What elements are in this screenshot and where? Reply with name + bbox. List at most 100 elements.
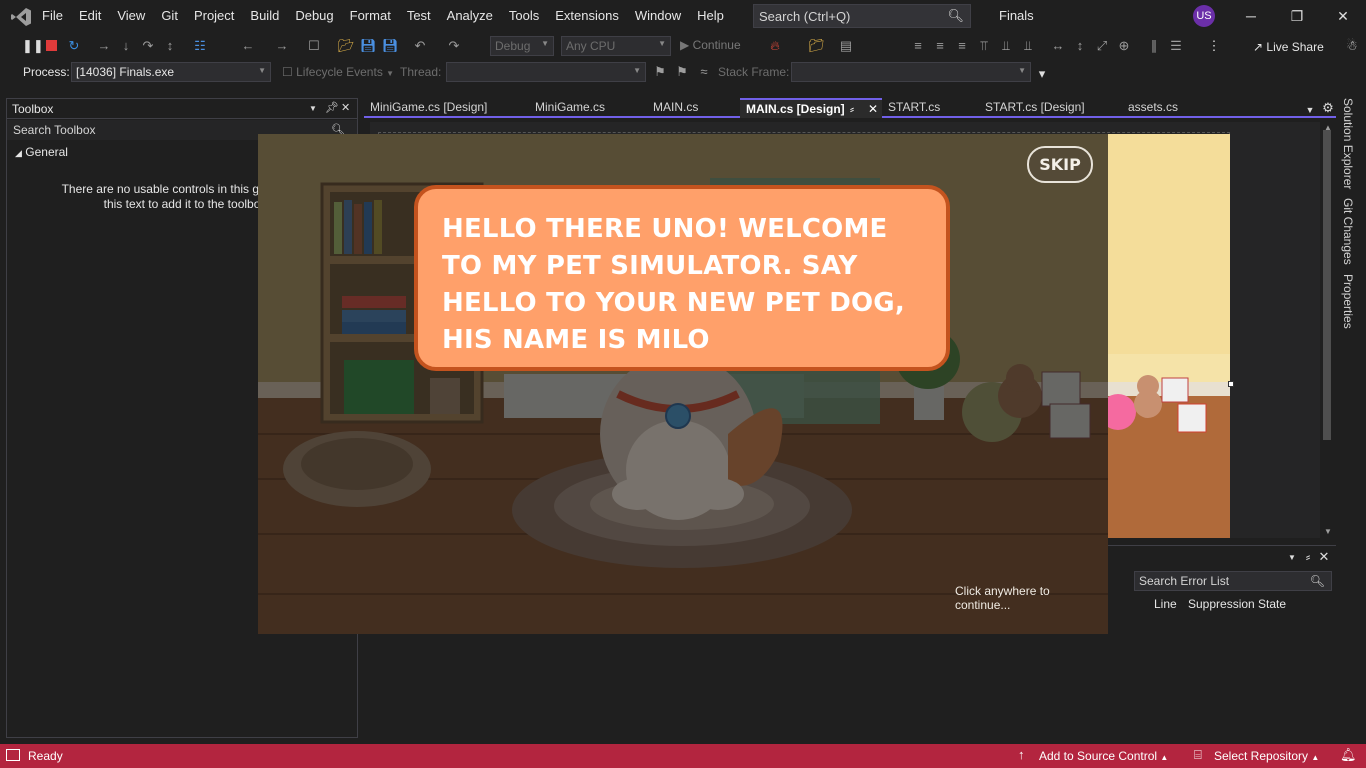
search-input[interactable]: Search (Ctrl+Q) 🔍︎ [753,4,971,28]
stack-frame-select[interactable]: ▼ [791,62,1031,82]
menu-debug[interactable]: Debug [287,0,341,32]
live-share-button[interactable]: ↗ Live Share [1253,40,1324,54]
designer-vertical-scrollbar[interactable] [1320,120,1334,538]
chevron-down-icon[interactable]: ▼ [309,104,317,113]
new-item-icon[interactable]: ☐ [306,38,322,54]
align-top-icon[interactable]: ⫪ [976,38,992,54]
tab-start-cs[interactable]: START.cs [882,98,946,118]
diagnostic-icon[interactable]: ☷ [192,38,208,54]
thread-select[interactable]: ▼ [446,62,646,82]
menu-tools[interactable]: Tools [501,0,547,32]
add-to-source-control-button[interactable]: Add to Source Control ▲ [1039,749,1168,763]
toolbox-group-general[interactable]: ◢ General [15,145,68,159]
platform-select[interactable]: Any CPU ▼ [561,36,671,56]
minimize-icon[interactable]: ─ [1241,6,1261,26]
pin-icon[interactable]: ⸗ [1300,549,1316,565]
tab-list-chevron-icon[interactable]: ▼ [1302,102,1318,118]
configuration-select[interactable]: Debug ▼ [490,36,554,56]
tab-main-design[interactable]: MAIN.cs [Design] ⸗ ✕ [740,98,882,118]
tab-properties[interactable]: Properties [1341,274,1355,329]
save-icon[interactable]: 💾︎ [360,38,377,54]
search-icon: 🔍︎ [1309,574,1325,588]
chevron-down-icon[interactable]: ▼ [1284,550,1300,566]
tab-git-changes[interactable]: Git Changes [1341,198,1355,265]
step-into-icon[interactable]: ↓ [118,38,134,54]
zoom-icon[interactable]: ⊕ [1116,38,1132,54]
step-out-icon[interactable]: ↷ [140,38,156,54]
menu-edit[interactable]: Edit [71,0,109,32]
size-to-grid-icon[interactable]: ⤢ [1094,38,1110,54]
stop-icon[interactable] [44,38,60,54]
menu-view[interactable]: View [109,0,153,32]
close-icon[interactable]: ✕ [868,102,878,116]
make-same-height-icon[interactable]: ↕ [1072,38,1088,54]
menu-git[interactable]: Git [153,0,186,32]
restart-icon[interactable]: ↻ [66,38,82,54]
avatar[interactable]: US [1193,5,1215,27]
menu-build[interactable]: Build [242,0,287,32]
menu-window[interactable]: Window [627,0,689,32]
tab-assets-cs[interactable]: assets.cs [1122,98,1184,118]
menu-extensions[interactable]: Extensions [547,0,627,32]
select-repository-button[interactable]: Select Repository ▲ [1214,749,1319,763]
pause-icon[interactable]: ❚❚ [22,38,44,54]
game-window[interactable]: SKIP HELLO THERE UNO! WELCOME TO MY PET … [258,134,1108,634]
column-header-line[interactable]: Line [1154,597,1177,611]
toolbar-overflow-icon[interactable]: ⋮ [1206,38,1222,54]
align-middle-icon[interactable]: ⫫ [998,38,1014,54]
gear-icon[interactable]: ⚙ [1320,100,1336,116]
open-folder-icon[interactable]: 📂︎ [338,38,355,54]
tab-minigame-design[interactable]: MiniGame.cs [Design] [364,98,493,118]
hot-reload-icon[interactable]: 🔥︎ [767,38,783,54]
align-left-icon[interactable]: ≡ [910,38,926,54]
align-center-icon[interactable]: ≡ [932,38,948,54]
save-all-icon[interactable]: 💾︎ [382,38,399,54]
menu-file[interactable]: File [34,0,71,32]
browse-icon[interactable]: 📁︎ [808,38,825,54]
spacing-icon[interactable]: ∥ [1146,38,1162,54]
menu-project[interactable]: Project [186,0,242,32]
menu-test[interactable]: Test [399,0,439,32]
continue-button[interactable]: ▶ Continue [680,38,741,52]
debugbar-overflow-icon[interactable]: ▾ [1034,66,1050,82]
scroll-up-icon[interactable]: ▲ [1320,120,1336,136]
account-icon[interactable]: ☃ [1344,38,1360,54]
process-select[interactable]: [14036] Finals.exe ▼ [71,62,271,82]
lifecycle-events-button[interactable]: ☐ Lifecycle Events ▼ [282,65,394,79]
flag-icon[interactable]: ⚑ [652,64,668,80]
navigate-forward-icon[interactable]: → [274,38,290,54]
tab-minigame-cs[interactable]: MiniGame.cs [529,98,611,118]
undo-icon[interactable]: ↶ [412,38,428,54]
scroll-down-icon[interactable]: ▼ [1320,524,1336,540]
bring-front-icon[interactable]: ☰ [1168,38,1184,54]
pin-icon[interactable]: 📌︎ [325,101,339,114]
menu-help[interactable]: Help [689,0,732,32]
notification-bell-icon[interactable]: 🔔︎ [1340,747,1357,763]
column-header-suppression[interactable]: Suppression State [1188,597,1286,611]
menu-analyze[interactable]: Analyze [439,0,501,32]
close-icon[interactable]: ✕ [1333,6,1353,26]
make-same-width-icon[interactable]: ↔ [1050,38,1066,54]
scrollbar-thumb[interactable] [1323,130,1331,440]
step-over-icon[interactable]: → [96,38,112,54]
restore-icon[interactable]: ❐ [1287,6,1307,26]
resize-handle[interactable] [1228,381,1234,387]
navigate-back-icon[interactable]: ← [240,38,256,54]
error-list-search-input[interactable]: Search Error List 🔍︎ [1134,571,1332,591]
menu-format[interactable]: Format [342,0,399,32]
flag-threads-icon[interactable]: ⚑ [674,64,690,80]
status-ready: Ready [28,749,63,763]
pin-icon[interactable]: ⸗ [850,102,854,116]
tab-solution-explorer[interactable]: Solution Explorer [1341,98,1355,189]
skip-button[interactable]: SKIP [1027,146,1093,183]
tab-main-cs[interactable]: MAIN.cs [647,98,704,118]
close-icon[interactable]: ✕ [1316,549,1332,565]
align-right-icon[interactable]: ≡ [954,38,970,54]
suppress-icon[interactable]: ≈ [696,64,712,80]
align-bottom-icon[interactable]: ⫫ [1020,38,1036,54]
tab-start-design[interactable]: START.cs [Design] [979,98,1091,118]
step-back-icon[interactable]: ↕ [162,38,178,54]
close-icon[interactable]: ✕ [341,101,350,114]
redo-icon[interactable]: ↷ [446,38,462,54]
layout-icon[interactable]: ▤ [838,38,854,54]
